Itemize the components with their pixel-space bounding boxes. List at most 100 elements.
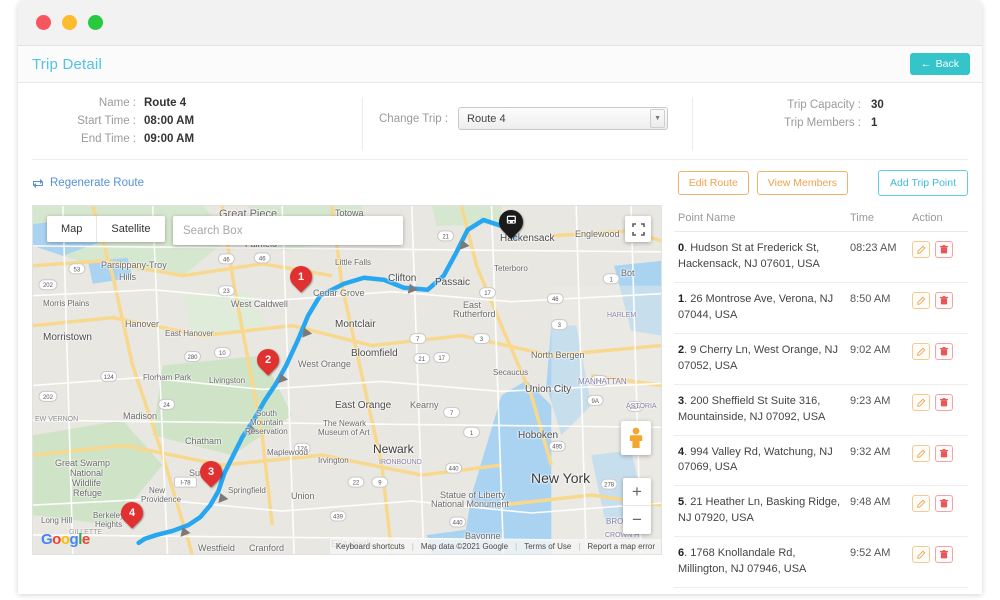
edit-icon[interactable] [912, 546, 930, 564]
cell-point-name: 5. 21 Heather Ln, Basking Ridge, NJ 0792… [674, 485, 846, 538]
trip-end-row: End Time : 09:00 AM [52, 133, 362, 145]
map-type-control[interactable]: Map Satellite [47, 216, 165, 242]
map-pin-icon: 1 [285, 261, 317, 293]
refresh-icon [32, 178, 44, 189]
trash-icon[interactable] [935, 546, 953, 564]
edit-route-button[interactable]: Edit Route [677, 171, 749, 195]
trash-icon[interactable] [935, 393, 953, 411]
column-time: Time [846, 205, 908, 232]
cell-action [908, 231, 968, 283]
trip-start-row: Start Time : 08:00 AM [52, 115, 362, 127]
window-maximize-button[interactable] [88, 15, 103, 30]
map-type-satellite-button[interactable]: Satellite [96, 216, 164, 242]
table-body: 0. Hudson St at Frederick St, Hackensack… [674, 231, 968, 589]
map-pin-icon: 2 [252, 344, 284, 376]
chevron-down-icon: ▼ [650, 109, 666, 128]
map-marker-bus[interactable] [494, 206, 528, 239]
point-address: . 26 Montrose Ave, Verona, NJ 07044, USA [678, 292, 834, 321]
trip-end-label: End Time : [81, 133, 136, 145]
keyboard-shortcuts-link[interactable]: Keyboard shortcuts [336, 542, 405, 551]
trip-capacity-label: Trip Capacity : [787, 99, 861, 111]
cell-time: 08:23 AM [846, 231, 908, 283]
zoom-in-button[interactable]: + [623, 478, 651, 506]
map-type-map-button[interactable]: Map [47, 216, 96, 242]
window-minimize-button[interactable] [62, 15, 77, 30]
back-button[interactable]: ← Back [909, 53, 970, 75]
trip-capacity-value: 30 [871, 99, 884, 111]
edit-icon[interactable] [912, 342, 930, 360]
map-search-input[interactable]: Search Box [173, 216, 403, 245]
cell-time: 9:23 AM [846, 384, 908, 436]
map-container[interactable]: 53 46 46 21 23 17 46 3 7 3 21 17 10 124 [32, 205, 662, 555]
trip-points-table: Point Name Time Action 0. Hudson St at F… [674, 205, 968, 589]
map-pin-icon: 3 [195, 456, 227, 488]
edit-icon[interactable] [912, 495, 930, 513]
terms-of-use-link[interactable]: Terms of Use [524, 542, 571, 551]
browser-window: Trip Detail ← Back Name : Route 4 Start … [18, 0, 982, 594]
cell-point-name: 3. 200 Sheffield St Suite 316, Mountains… [674, 384, 846, 436]
edit-icon[interactable] [912, 444, 930, 462]
view-members-button[interactable]: View Members [756, 171, 849, 195]
map-marker-label: 2 [264, 354, 272, 366]
google-logo: Google [41, 531, 90, 548]
table-row: 1. 26 Montrose Ave, Verona, NJ 07044, US… [674, 282, 968, 334]
table-row: 6. 1768 Knollandale Rd, Millington, NJ 0… [674, 536, 968, 589]
map-marker-1[interactable]: 1 [285, 261, 317, 293]
change-trip-select[interactable]: Route 4 ▼ [458, 107, 669, 130]
page-content: Trip Detail ← Back Name : Route 4 Start … [18, 46, 982, 594]
report-map-error-link[interactable]: Report a map error [587, 542, 655, 551]
zoom-out-button[interactable]: − [623, 506, 651, 534]
column-action: Action [908, 205, 968, 232]
map-zoom-control[interactable]: + − [623, 478, 651, 534]
edit-icon[interactable] [912, 393, 930, 411]
trash-icon[interactable] [935, 444, 953, 462]
main-body: 53 46 46 21 23 17 46 3 7 3 21 17 10 124 [32, 205, 968, 589]
table-row: 0. Hudson St at Frederick St, Hackensack… [674, 231, 968, 283]
edit-icon[interactable] [912, 291, 930, 309]
street-view-pegman-icon[interactable] [621, 421, 651, 455]
trip-summary: Name : Route 4 Start Time : 08:00 AM End… [32, 97, 362, 151]
map-marker-3[interactable]: 3 [195, 456, 227, 488]
change-trip-section: Change Trip : Route 4 ▼ [362, 97, 692, 151]
trash-icon[interactable] [935, 291, 953, 309]
point-address: . 1768 Knollandale Rd, Millington, NJ 07… [678, 547, 807, 576]
point-address: . 200 Sheffield St Suite 316, Mountainsi… [678, 394, 826, 423]
toolbar-actions: Edit Route View Members Add Trip Point [670, 170, 968, 196]
map-marker-4[interactable]: 4 [116, 497, 148, 529]
cell-point-name: 4. 994 Valley Rd, Watchung, NJ 07069, US… [674, 435, 846, 487]
change-trip-label: Change Trip : [379, 112, 449, 125]
trash-icon[interactable] [935, 342, 953, 360]
map-search-placeholder: Search Box [183, 224, 243, 237]
cell-action [908, 435, 968, 487]
map-marker-label: 1 [297, 271, 305, 283]
trash-icon[interactable] [935, 495, 953, 513]
cell-action [908, 333, 968, 385]
cell-time: 9:52 AM [846, 536, 908, 589]
cell-time: 9:02 AM [846, 333, 908, 385]
trip-members-value: 1 [871, 117, 878, 129]
trip-start-value: 08:00 AM [144, 115, 195, 127]
table-row: 4. 994 Valley Rd, Watchung, NJ 07069, US… [674, 435, 968, 487]
regenerate-route-link[interactable]: Regenerate Route [32, 177, 144, 189]
add-trip-point-button[interactable]: Add Trip Point [878, 170, 968, 196]
trip-stats: Trip Capacity : 30 Trip Members : 1 [692, 97, 968, 151]
window-close-button[interactable] [36, 15, 51, 30]
edit-icon[interactable] [912, 241, 930, 258]
table-header-row: Point Name Time Action [674, 205, 968, 232]
fullscreen-icon[interactable] [625, 216, 651, 242]
trip-capacity-row: Trip Capacity : 30 [741, 99, 968, 111]
table-row: 2. 9 Cherry Ln, West Orange, NJ 07052, U… [674, 333, 968, 385]
cell-action [908, 282, 968, 334]
column-point-name: Point Name [674, 205, 846, 232]
cell-point-name: 0. Hudson St at Frederick St, Hackensack… [674, 231, 846, 283]
regenerate-route-label: Regenerate Route [50, 177, 144, 189]
trip-end-value: 09:00 AM [144, 133, 195, 145]
table-row: 3. 200 Sheffield St Suite 316, Mountains… [674, 384, 968, 436]
toolbar: Regenerate Route Edit Route View Members… [32, 160, 968, 205]
map-marker-2[interactable]: 2 [252, 344, 284, 376]
map-attribution: Keyboard shortcuts | Map data ©2021 Goog… [329, 539, 661, 554]
trip-name-value: Route 4 [144, 97, 187, 109]
table-row: 5. 21 Heather Ln, Basking Ridge, NJ 0792… [674, 485, 968, 538]
back-button-label: Back [935, 58, 959, 70]
trash-icon[interactable] [935, 241, 953, 258]
